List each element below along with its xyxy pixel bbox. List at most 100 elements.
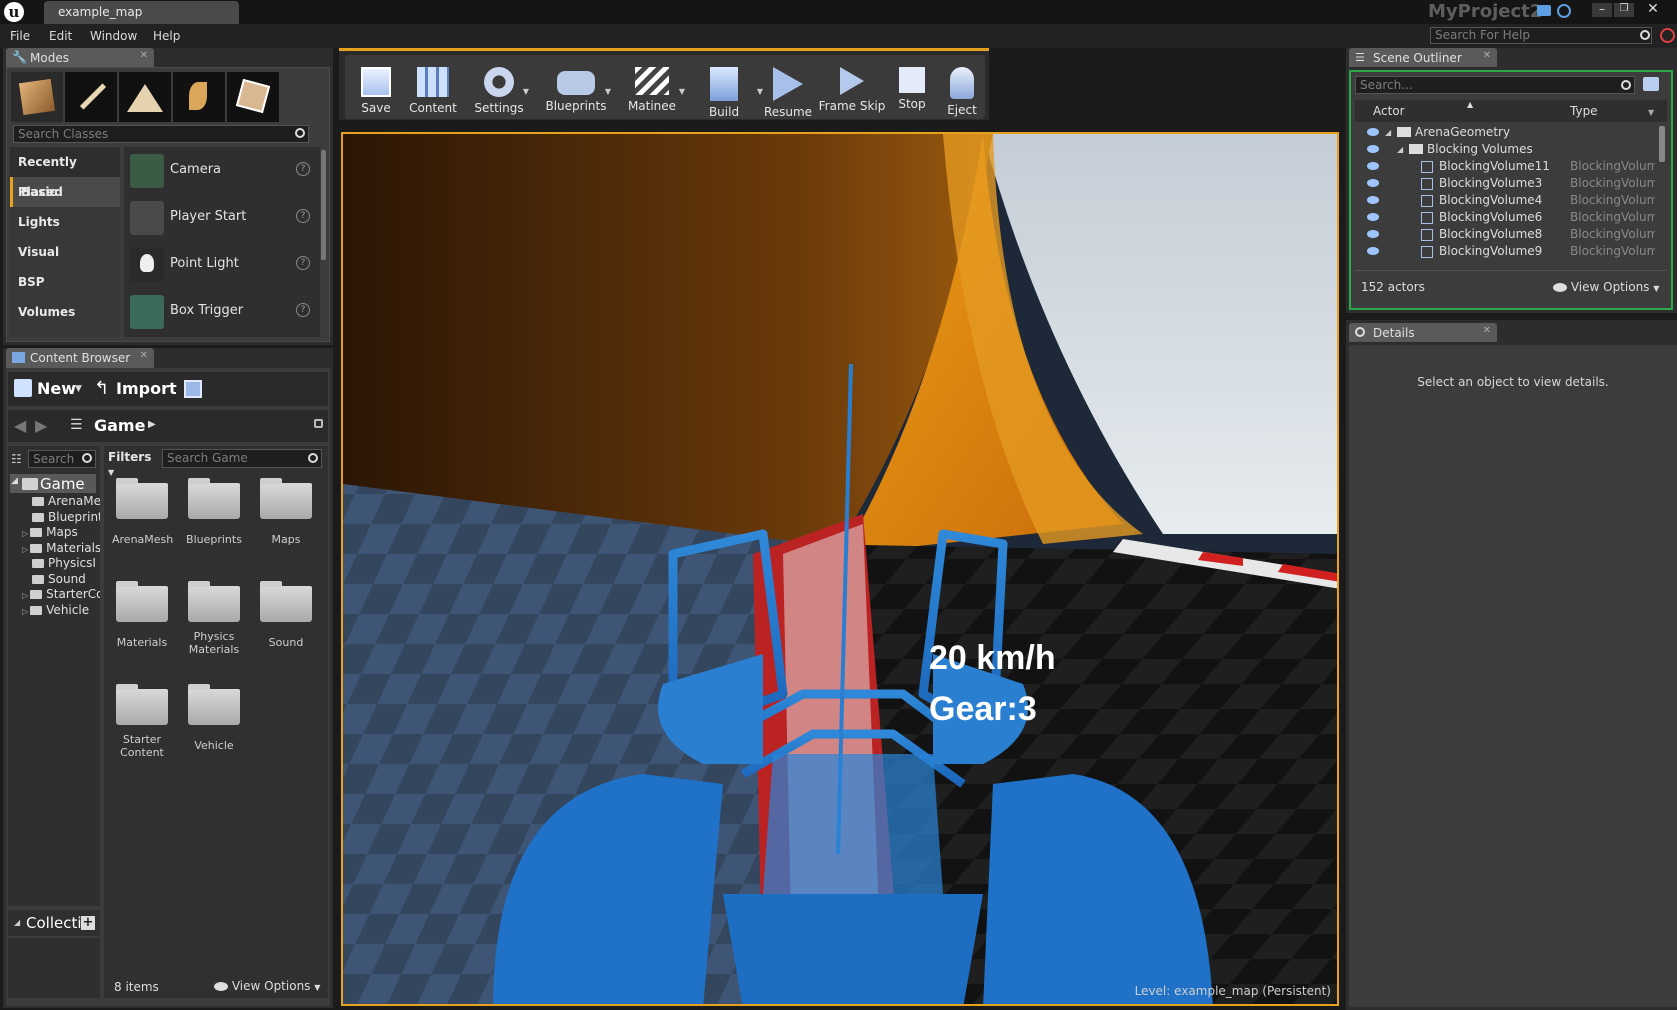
filters-button[interactable]: Filters ▼	[108, 450, 158, 477]
outliner-search-input[interactable]: Search...	[1355, 76, 1635, 94]
view-options-button[interactable]: View Options ▼	[214, 979, 324, 995]
add-collection-icon[interactable]: +	[81, 916, 95, 930]
visibility-eye-icon[interactable]	[1367, 145, 1379, 153]
maximize-icon[interactable]: ❐	[1614, 3, 1634, 17]
category-basic[interactable]: Basic	[10, 177, 120, 207]
folder-tile[interactable]: Sound	[256, 581, 316, 649]
content-button[interactable]: Content	[403, 59, 463, 121]
visibility-eye-icon[interactable]	[1367, 162, 1379, 170]
mode-landscape-button[interactable]	[119, 72, 171, 122]
visibility-eye-icon[interactable]	[1367, 179, 1379, 187]
tab-details[interactable]: Details ✕	[1349, 323, 1497, 342]
category-recently-placed[interactable]: Recently Placed	[10, 147, 120, 199]
tree-item[interactable]: ▷ Maps	[8, 525, 100, 541]
no-entry-icon[interactable]	[1660, 28, 1675, 43]
back-arrow-icon[interactable]: ◀	[14, 416, 26, 435]
visibility-eye-icon[interactable]	[1367, 128, 1379, 136]
outliner-view-options-button[interactable]: View Options ▼	[1553, 280, 1663, 296]
save-all-icon[interactable]	[184, 380, 202, 398]
menu-edit[interactable]: Edit	[49, 29, 72, 43]
visibility-eye-icon[interactable]	[1367, 213, 1379, 221]
folder-tile[interactable]: Vehicle	[184, 684, 244, 752]
col-type-header[interactable]: Type	[1570, 104, 1598, 118]
outliner-row[interactable]: ◢ ArenaGeometry	[1355, 124, 1655, 141]
visibility-eye-icon[interactable]	[1367, 247, 1379, 255]
minimize-icon[interactable]: –	[1592, 3, 1612, 17]
path-game[interactable]: Game	[94, 416, 145, 435]
add-folder-icon[interactable]	[1643, 77, 1659, 91]
blueprints-button[interactable]: Blueprints ▼	[539, 59, 613, 121]
folder-tile[interactable]: Materials	[112, 581, 172, 649]
tree-item[interactable]: ▷ Materials	[8, 541, 100, 557]
tree-item[interactable]: PhysicsI	[8, 556, 100, 572]
mode-paint-button[interactable]	[65, 72, 117, 122]
outliner-row[interactable]: BlockingVolume11 BlockingVolum	[1355, 158, 1655, 175]
place-item-player-start[interactable]: Player Start ?	[124, 194, 320, 241]
eject-button[interactable]: Eject	[939, 59, 985, 121]
unreal-logo-icon[interactable]: u	[4, 2, 24, 22]
search-icon[interactable]	[1621, 80, 1631, 90]
col-actor-header[interactable]: Actor	[1373, 104, 1405, 118]
place-item-point-light[interactable]: Point Light ?	[124, 241, 320, 288]
folder-tile[interactable]: Starter Content	[112, 684, 172, 759]
tree-item[interactable]: Sound	[8, 572, 100, 588]
feedback-icon[interactable]	[1537, 5, 1551, 16]
mode-geometry-button[interactable]	[227, 72, 279, 122]
search-icon[interactable]	[1640, 30, 1650, 40]
help-icon[interactable]: ?	[296, 303, 310, 317]
help-icon[interactable]: ?	[296, 209, 310, 223]
help-search-input[interactable]: Search For Help	[1430, 27, 1652, 44]
forward-arrow-icon[interactable]: ▶	[35, 416, 47, 435]
build-button[interactable]: Build ▼	[689, 59, 763, 121]
search-classes-input[interactable]: Search Classes	[13, 125, 309, 143]
placeable-scrollbar[interactable]	[321, 150, 326, 260]
game-viewport[interactable]: 20 km/h Gear:3 Level: example_map (Persi…	[341, 132, 1339, 1006]
outliner-row[interactable]: BlockingVolume6 BlockingVolum	[1355, 209, 1655, 226]
place-item-box-trigger[interactable]: Box Trigger ?	[124, 288, 320, 335]
outliner-row[interactable]: ◢ Blocking Volumes	[1355, 141, 1655, 158]
outliner-row[interactable]: BlockingVolume4 BlockingVolum	[1355, 192, 1655, 209]
folder-tile[interactable]: Blueprints	[184, 478, 244, 546]
tree-item[interactable]: ArenaMe	[8, 494, 100, 510]
outliner-row[interactable]: BlockingVolume3 BlockingVolum	[1355, 175, 1655, 192]
category-volumes[interactable]: Volumes	[10, 297, 120, 327]
search-icon[interactable]	[295, 128, 305, 138]
outliner-scrollbar[interactable]	[1659, 126, 1665, 162]
lock-icon[interactable]	[314, 419, 323, 428]
sources-toggle-icon[interactable]: ☰	[70, 417, 83, 433]
stop-button[interactable]: Stop	[889, 59, 935, 121]
tab-modes[interactable]: 🔧 Modes ✕	[6, 48, 154, 67]
search-icon[interactable]	[82, 453, 92, 463]
category-visual[interactable]: Visual	[10, 237, 120, 267]
tab-close-icon[interactable]: ✕	[140, 50, 148, 61]
menu-file[interactable]: File	[10, 29, 30, 43]
folder-tile[interactable]: Maps	[256, 478, 316, 546]
settings-button[interactable]: Settings ▼	[465, 59, 533, 121]
folder-tile[interactable]: Physics Materials	[184, 581, 244, 656]
category-bsp[interactable]: BSP	[10, 267, 120, 297]
tree-item[interactable]: ▷ StarterCo	[8, 587, 100, 603]
menu-help[interactable]: Help	[153, 29, 180, 43]
menu-window[interactable]: Window	[90, 29, 137, 43]
place-item-camera[interactable]: Camera ?	[124, 147, 320, 194]
help-icon[interactable]: ?	[296, 162, 310, 176]
mode-foliage-button[interactable]	[173, 72, 225, 122]
matinee-button[interactable]: Matinee ▼	[617, 59, 687, 121]
visibility-eye-icon[interactable]	[1367, 196, 1379, 204]
outliner-row[interactable]: BlockingVolume8 BlockingVolum	[1355, 226, 1655, 243]
tab-close-icon[interactable]: ✕	[140, 350, 148, 361]
tab-close-icon[interactable]: ✕	[1483, 50, 1491, 61]
folder-tile[interactable]: ArenaMesh	[112, 478, 173, 546]
frame-skip-button[interactable]: Frame Skip	[817, 59, 887, 121]
help-icon[interactable]: ?	[296, 256, 310, 270]
tree-root-game[interactable]: ◢ Game	[10, 474, 96, 493]
tree-item[interactable]: Blueprint	[8, 510, 100, 526]
path-chevron-icon[interactable]: ▶	[148, 419, 156, 430]
tab-scene-outliner[interactable]: ☰ Scene Outliner ✕	[1349, 48, 1497, 67]
column-menu-icon[interactable]: ▼	[1648, 108, 1654, 117]
category-lights[interactable]: Lights	[10, 207, 120, 237]
outliner-row[interactable]: BlockingVolume9 BlockingVolum	[1355, 243, 1655, 260]
asset-search-input[interactable]: Search Game	[162, 449, 322, 468]
map-tab[interactable]: example_map	[44, 1, 239, 24]
tree-filter-icon[interactable]: ☷	[11, 452, 22, 466]
